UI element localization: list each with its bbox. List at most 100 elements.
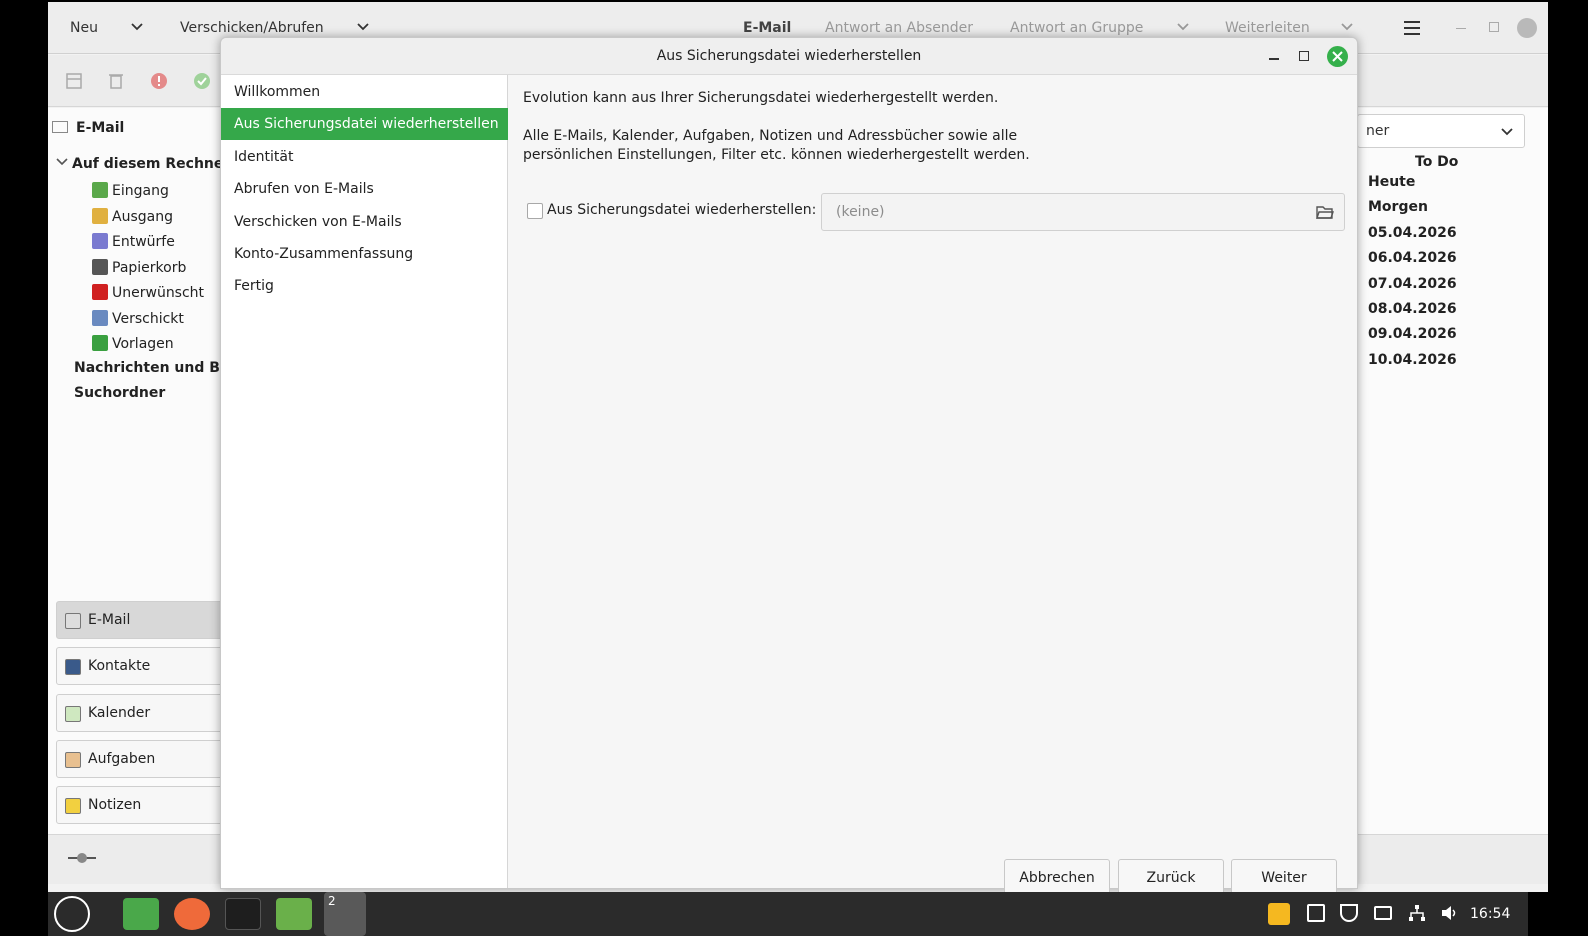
reply-sender-button[interactable]: Antwort an Absender [825, 20, 973, 36]
spreadsheet-icon[interactable] [276, 898, 312, 930]
terminal-icon[interactable] [225, 898, 261, 930]
assistant-step[interactable]: Konto-Zusammenfassung [221, 238, 508, 270]
assistant-step-label: Verschicken von E-Mails [234, 213, 402, 230]
restore-dialog: Aus Sicherungsdatei wiederherstellen Wil… [220, 37, 1358, 898]
reply-group-button[interactable]: Antwort an Gruppe [1010, 20, 1143, 36]
send-receive-button[interactable]: Verschicken/Abrufen [180, 20, 324, 36]
minimize-icon[interactable] [1269, 58, 1279, 60]
files-icon[interactable] [123, 898, 159, 930]
chevron-down-icon[interactable] [356, 20, 370, 34]
folder-label: Ausgang [112, 208, 173, 225]
assistant-step-label: Willkommen [234, 84, 321, 100]
assistant-step[interactable]: Aus Sicherungsdatei wiederherstellen [221, 108, 508, 141]
todo-row[interactable]: 06.04.2026 [1368, 250, 1457, 266]
new-button[interactable]: Neu [70, 20, 98, 36]
sidebar-bottom-bar [48, 834, 223, 884]
sidebar-folder-item[interactable]: Ausgang [92, 207, 173, 225]
hamburger-menu-icon[interactable] [1402, 18, 1422, 38]
sidebar-folder-item[interactable]: Vorlagen [92, 335, 174, 352]
close-icon[interactable] [1517, 18, 1537, 38]
switcher-label: Kalender [88, 704, 151, 721]
assistant-step[interactable]: Willkommen [221, 76, 508, 108]
assistant-step-label: Identität [234, 148, 294, 165]
sidebar-item-search-folders[interactable]: Suchordner [74, 385, 165, 401]
taskbar: 2 16:54 [48, 892, 1528, 936]
slider-handle-icon[interactable] [66, 851, 98, 865]
not-junk-icon[interactable] [192, 71, 212, 91]
switcher-contacts[interactable]: Kontakte [56, 647, 223, 686]
assistant-step[interactable]: Abrufen von E-Mails [221, 173, 508, 205]
desktop: Neu Verschicken/Abrufen E-Mail Antwort a… [0, 0, 1588, 936]
firefox-icon[interactable] [174, 898, 210, 930]
restore-checkbox-label[interactable]: Aus Sicherungsdatei wiederherstellen: [547, 202, 816, 218]
assistant-step-label: Fertig [234, 278, 274, 295]
restore-checkbox[interactable] [527, 203, 543, 219]
assistant-page: Evolution kann aus Ihrer Sicherungsdatei… [509, 75, 1357, 898]
sidebar-folder-item[interactable]: Papierkorb [92, 258, 187, 276]
switcher-memos[interactable]: Notizen [56, 786, 223, 825]
folder-open-icon[interactable] [1316, 204, 1334, 220]
tasks-icon [65, 751, 81, 768]
folder-label: Papierkorb [112, 259, 187, 276]
assistant-step[interactable]: Fertig [221, 270, 508, 302]
minimize-icon[interactable] [1456, 28, 1466, 29]
todo-heading: To Do [1415, 154, 1459, 170]
todo-row[interactable]: 07.04.2026 [1368, 276, 1457, 292]
junk-icon[interactable] [149, 71, 169, 91]
dialog-titlebar: Aus Sicherungsdatei wiederherstellen [221, 38, 1357, 75]
chevron-down-icon [1500, 125, 1514, 139]
switcher-tasks[interactable]: Aufgaben [56, 739, 223, 778]
mail-icon [65, 613, 81, 629]
switcher-calendar[interactable]: Kalender [56, 693, 223, 732]
switcher-label: Aufgaben [88, 750, 156, 767]
todo-row[interactable]: 08.04.2026 [1368, 301, 1457, 317]
switcher-mail[interactable]: E-Mail [56, 601, 223, 639]
sidebar-item-news-blogs[interactable]: Nachrichten und Blo [74, 360, 234, 376]
intro-text: Evolution kann aus Ihrer Sicherungsdatei… [523, 90, 999, 106]
network-icon[interactable] [1408, 904, 1426, 922]
assistant-step-label: Abrufen von E-Mails [234, 181, 374, 198]
backup-file-chooser[interactable]: (keine) [821, 193, 1345, 231]
update-manager-icon[interactable] [1268, 903, 1290, 925]
assistant-steps: Willkommen Aus Sicherungsdatei wiederhers… [221, 75, 508, 888]
clock: 16:54 [1470, 906, 1511, 922]
display-icon[interactable] [1374, 906, 1392, 920]
calendar-icon [65, 705, 81, 722]
assistant-step[interactable]: Identität [221, 141, 508, 173]
todo-panel: ner To Do Heute Morgen 05.04.2026 06.04.202… [1356, 108, 1548, 838]
chevron-down-icon[interactable] [56, 156, 68, 168]
todo-row[interactable]: 09.04.2026 [1368, 326, 1457, 342]
maximize-icon[interactable] [1299, 51, 1309, 61]
chevron-down-icon[interactable] [1340, 20, 1354, 34]
assistant-step[interactable]: Verschicken von E-Mails [221, 206, 508, 238]
memos-icon [65, 798, 81, 815]
menu-logo-icon[interactable] [54, 896, 90, 932]
sent-icon [92, 309, 108, 326]
chevron-down-icon[interactable] [1176, 20, 1190, 34]
close-icon[interactable] [1327, 46, 1348, 67]
todo-row[interactable]: 10.04.2026 [1368, 352, 1457, 368]
maximize-icon[interactable] [1489, 22, 1499, 32]
todo-row[interactable]: Heute [1368, 174, 1415, 190]
sidebar-folder-item[interactable]: Unerwünscht [92, 284, 204, 301]
window-count-badge: 2 [328, 894, 336, 908]
todo-filter-select[interactable]: ner [1357, 114, 1525, 148]
archive-icon[interactable] [64, 71, 84, 91]
delete-icon[interactable] [106, 71, 126, 91]
todo-row[interactable]: 05.04.2026 [1368, 225, 1457, 241]
switcher-label: E-Mail [88, 612, 131, 628]
sidebar-folder-item[interactable]: Eingang [92, 182, 169, 199]
volume-icon[interactable] [1440, 904, 1458, 922]
shield-icon[interactable] [1340, 904, 1358, 922]
restore-row: Aus Sicherungsdatei wiederherstellen: (k… [525, 191, 1345, 231]
folder-label: Eingang [112, 183, 169, 199]
sidebar-folder-item[interactable]: Verschickt [92, 309, 184, 327]
forward-button[interactable]: Weiterleiten [1225, 20, 1310, 36]
chevron-down-icon[interactable] [130, 20, 144, 34]
clipboard-icon[interactable] [1307, 904, 1325, 922]
sidebar-folder-item[interactable]: Entwürfe [92, 233, 175, 250]
trash-icon [92, 258, 108, 275]
account-tree-node[interactable]: Auf diesem Rechner [56, 156, 230, 172]
todo-bottom-bar [1356, 834, 1548, 884]
todo-row[interactable]: Morgen [1368, 199, 1428, 215]
